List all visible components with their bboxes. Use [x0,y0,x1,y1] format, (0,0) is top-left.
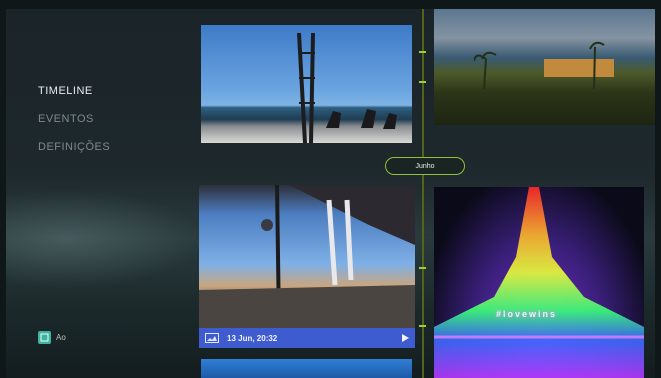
photo-blue-sky[interactable] [201,359,412,378]
photo-pier-sculpture[interactable] [201,25,412,143]
timeline-marker [419,267,426,269]
photo-coastal-village[interactable] [434,9,655,125]
timeline-marker [419,325,426,327]
tower-overlay-text: #lovewins [496,309,558,319]
photo-illuminated-tower[interactable]: #lovewins [434,187,644,378]
play-icon[interactable] [402,334,409,342]
menu-item-timeline[interactable]: TIMELINE [38,85,110,97]
timeline-marker [419,51,426,53]
timeline-marker [419,81,426,83]
tower-lights-icon [434,187,644,378]
timeline-month-pill[interactable]: Junho [385,157,465,175]
photo-marina-pavilion[interactable] [199,185,415,329]
pavilion-structure-icon [199,185,415,329]
photo-date-caption: 13 Jun, 20:32 [227,333,278,343]
photo-type-icon [205,333,219,343]
remote-hint: Ao [38,331,66,344]
menu-item-eventos[interactable]: EVENTOS [38,113,110,125]
palm-trees-icon [474,41,614,89]
app-screen: TIMELINE EVENTOS DEFINIÇÕES Ao 13 Jun, 2… [6,9,655,378]
side-menu: TIMELINE EVENTOS DEFINIÇÕES [38,85,110,169]
menu-item-definicoes[interactable]: DEFINIÇÕES [38,141,110,153]
background-clouds [6,189,206,289]
timeline-line [422,9,424,378]
chairs-icon [326,109,397,129]
remote-hint-label: Ao [56,333,66,342]
remote-button-icon [38,331,51,344]
photo-caption-bar[interactable]: 13 Jun, 20:32 [199,328,415,348]
